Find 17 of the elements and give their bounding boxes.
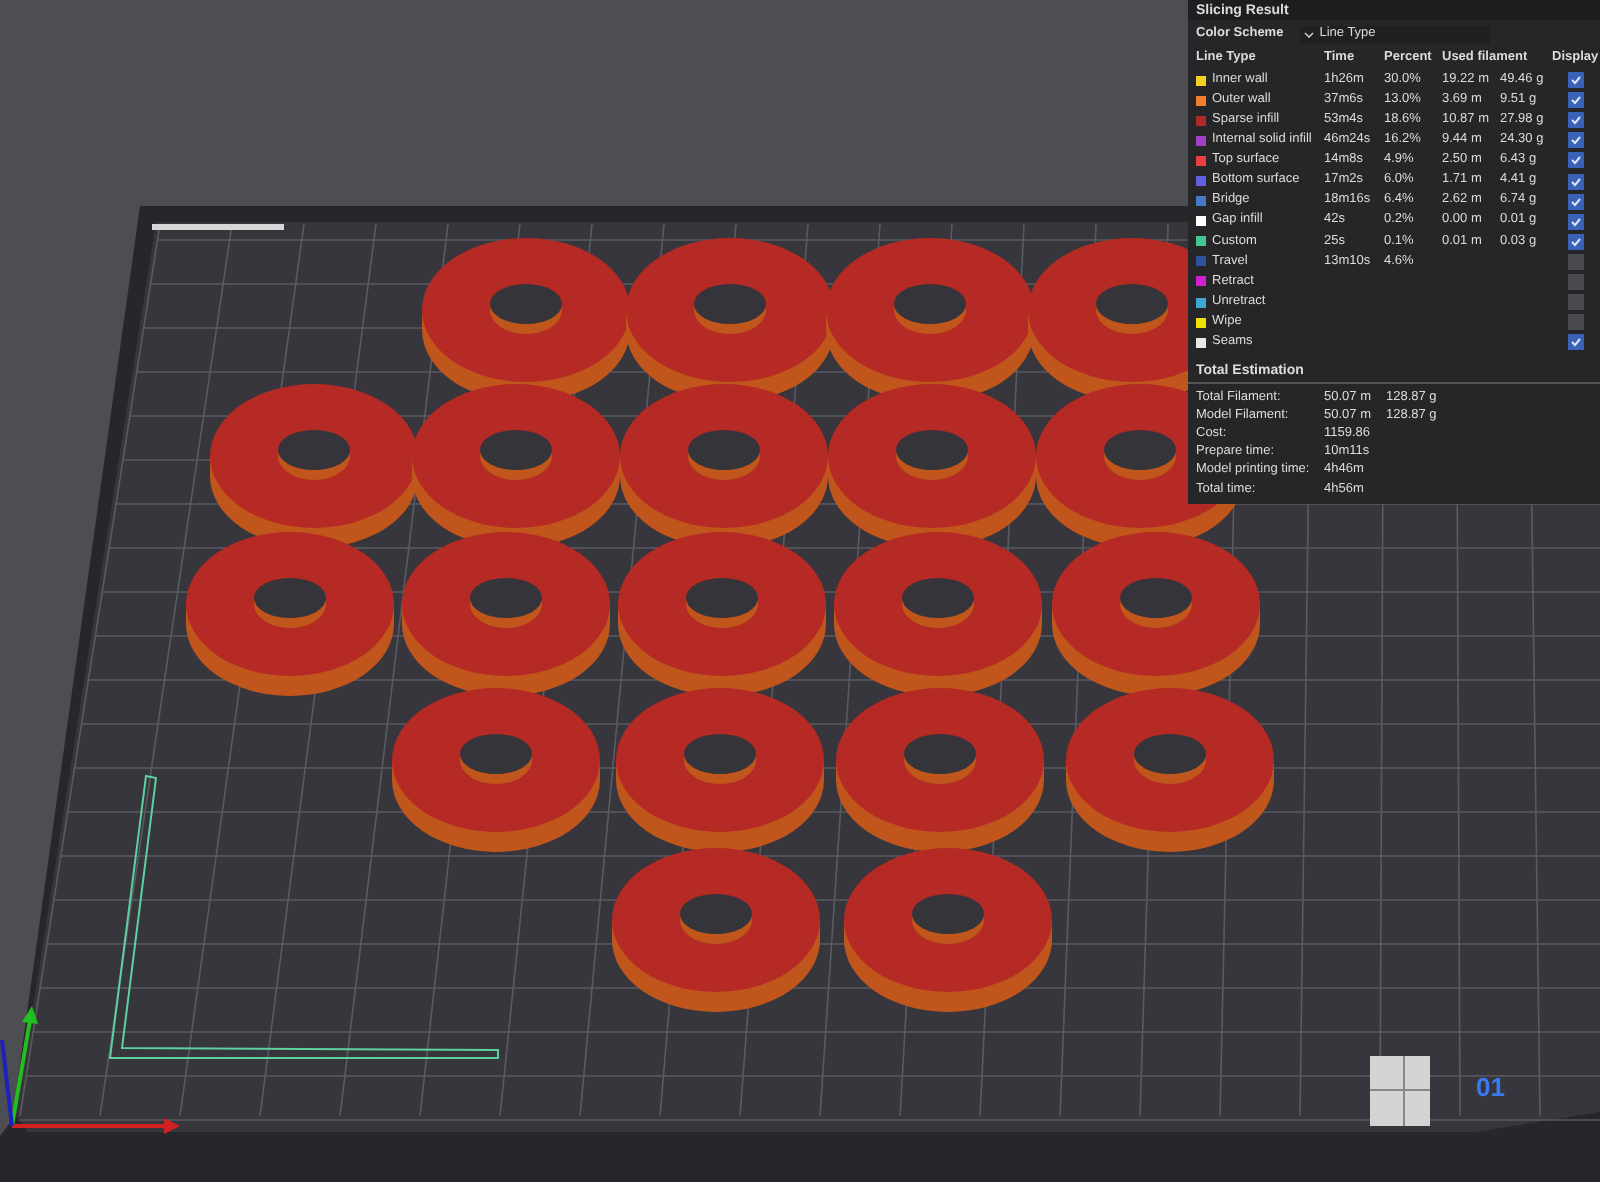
display-checkbox[interactable] (1568, 193, 1584, 210)
display-checkbox[interactable] (1568, 173, 1584, 190)
display-checkbox[interactable] (1568, 334, 1584, 351)
display-checkbox[interactable] (1568, 72, 1584, 89)
display-checkbox[interactable] (1568, 152, 1584, 169)
display-checkbox[interactable] (1568, 233, 1584, 250)
display-checkbox[interactable] (1568, 112, 1584, 129)
display-checkbox[interactable] (1568, 273, 1584, 290)
chevron-down-icon (1303, 31, 1314, 37)
plate-number: 01 (1476, 1074, 1505, 1100)
display-checkbox[interactable] (1568, 314, 1584, 331)
plate-tile-icon (1369, 1055, 1431, 1127)
display-checkbox[interactable] (1568, 253, 1584, 270)
display-checkbox[interactable] (1568, 294, 1584, 311)
display-checkbox[interactable] (1568, 92, 1584, 109)
display-checkbox[interactable] (1568, 213, 1584, 230)
display-checkbox[interactable] (1568, 132, 1584, 149)
